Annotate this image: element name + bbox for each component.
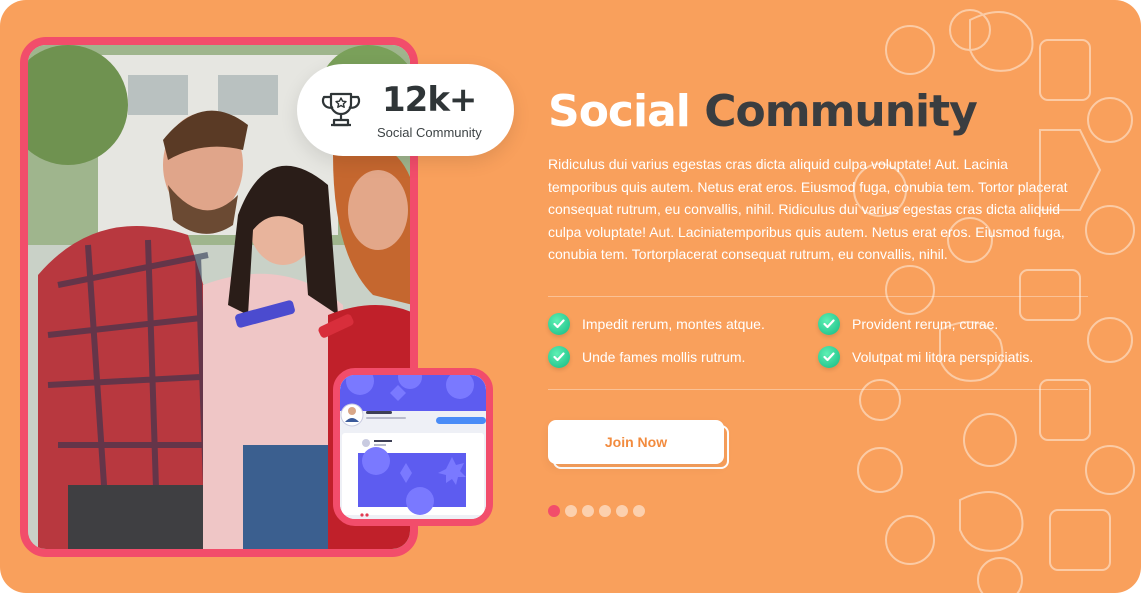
feature-item: Provident rerum, curae. xyxy=(818,312,998,336)
trophy-icon xyxy=(321,92,361,127)
check-icon xyxy=(818,313,840,335)
feature-label: Unde fames mollis rutrum. xyxy=(582,349,746,365)
title-word-1: Social xyxy=(548,86,691,137)
feature-list: Impedit rerum, montes atque. Provident r… xyxy=(548,312,1088,372)
check-icon xyxy=(548,346,570,368)
hero-description: Ridiculus dui varius egestas cras dicta … xyxy=(548,156,1068,263)
stat-value: 12k+ xyxy=(382,80,477,120)
pagination-dot-2[interactable] xyxy=(565,505,577,517)
pagination-dot-4[interactable] xyxy=(599,505,611,517)
check-icon xyxy=(818,346,840,368)
pagination-dot-3[interactable] xyxy=(582,505,594,517)
feature-item: Impedit rerum, montes atque. xyxy=(548,312,765,336)
divider xyxy=(548,296,1088,297)
title-word-2: Community xyxy=(704,86,978,137)
pagination-dot-6[interactable] xyxy=(633,505,645,517)
feature-label: Provident rerum, curae. xyxy=(852,316,999,332)
check-icon xyxy=(548,313,570,335)
carousel-pagination xyxy=(548,505,650,517)
pagination-dot-1[interactable] xyxy=(548,505,560,517)
feature-item: Unde fames mollis rutrum. xyxy=(548,345,745,369)
feature-label: Impedit rerum, montes atque. xyxy=(582,316,765,332)
app-mockup-card xyxy=(333,368,493,526)
feature-label: Volutpat mi litora perspiciatis. xyxy=(852,349,1034,365)
hero-banner: 12k+ Social Community Social Community R… xyxy=(0,0,1141,593)
pagination-dot-5[interactable] xyxy=(616,505,628,517)
feature-item: Volutpat mi litora perspiciatis. xyxy=(818,345,1033,369)
join-now-button[interactable]: Join Now xyxy=(548,420,724,464)
page-title: Social Community xyxy=(548,86,978,137)
divider xyxy=(548,389,1088,390)
community-stat-badge: 12k+ Social Community xyxy=(297,64,514,156)
app-mockup-illustration xyxy=(340,375,486,519)
stat-label: Social Community xyxy=(377,125,482,140)
